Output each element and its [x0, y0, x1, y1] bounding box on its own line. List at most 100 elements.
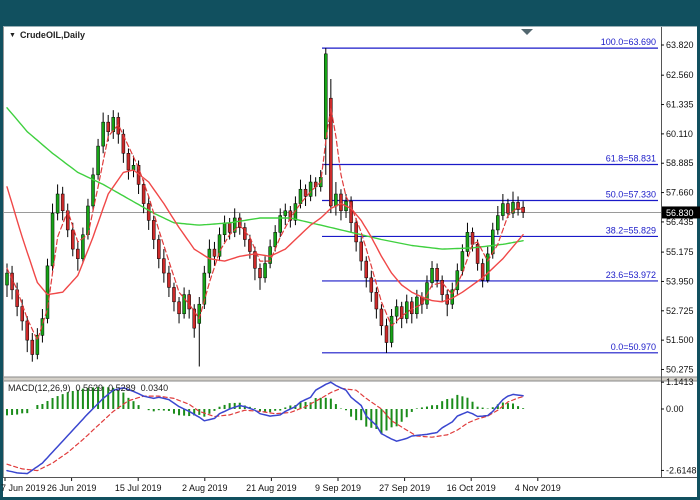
candle-bull	[6, 273, 9, 285]
candle-bear	[76, 249, 79, 259]
candle-bull	[208, 249, 211, 273]
candle-bull	[274, 232, 277, 246]
date-axis-label: 21 Aug 2019	[246, 483, 297, 493]
candle-bear	[152, 220, 155, 239]
candle-bull	[395, 307, 398, 317]
price-axis-label: 62.560	[666, 70, 694, 80]
candle-bear	[26, 321, 29, 340]
symbol-name: CrudeOIL,Daily	[20, 30, 85, 40]
macd-axis-label: 0.00	[666, 404, 684, 414]
price-axis-label: 58.885	[666, 158, 694, 168]
candle-bear	[162, 259, 165, 273]
candle-bear	[506, 204, 509, 214]
candle-bear	[61, 194, 64, 211]
price-axis-label: 63.820	[666, 40, 694, 50]
macd-name: MACD(12,26,9)	[8, 383, 71, 393]
price-axis-label: 50.275	[666, 364, 694, 374]
candle-bear	[436, 268, 439, 280]
date-axis-label: 27 Sep 2019	[379, 483, 430, 493]
candle-bull	[501, 204, 504, 216]
candle-bear	[147, 204, 150, 221]
fib-label: 23.6=53.972	[606, 270, 656, 280]
price-axis-label: 51.500	[666, 335, 694, 345]
fib-label: 38.2=55.829	[606, 225, 656, 235]
candle-bull	[56, 194, 59, 213]
date-axis-label: 16 Oct 2019	[447, 483, 496, 493]
candle-bear	[370, 278, 373, 292]
symbol-label: ▼ CrudeOIL,Daily	[9, 30, 85, 40]
candle-bear	[355, 223, 358, 242]
candle-bull	[461, 252, 464, 271]
candle-bull	[456, 271, 459, 290]
candle-bull	[132, 165, 135, 170]
candle-bear	[243, 228, 246, 240]
candle-bear	[167, 273, 170, 287]
candle-bull	[431, 268, 434, 282]
candle-bear	[31, 340, 34, 354]
candle-bear	[410, 302, 413, 314]
candle-bull	[198, 304, 201, 323]
candle-bull	[415, 297, 418, 314]
macd-value-main: 0.5629	[76, 383, 104, 393]
date-axis-label: 15 Jul 2019	[115, 483, 162, 493]
candle-bear	[360, 242, 363, 261]
macd-value-hist: 0.0340	[141, 383, 169, 393]
price-axis-label: 61.335	[666, 100, 694, 110]
candle-bull	[102, 122, 105, 146]
symbol-dropdown-icon[interactable]: ▼	[9, 32, 16, 39]
candle-bull	[112, 117, 115, 131]
candle-bear	[188, 295, 191, 309]
candle-bull	[309, 182, 312, 196]
fib-label: 61.8=58.831	[606, 154, 656, 164]
candle-bear	[127, 153, 130, 170]
date-axis-label: 2 Aug 2019	[182, 483, 228, 493]
candle-bull	[183, 295, 186, 314]
fib-label: 0.0=50.970	[611, 342, 656, 352]
application-window: Chart Analysis for Clients of GCM Asia 1…	[0, 0, 700, 500]
date-axis-label: 26 Jun 2019	[47, 483, 97, 493]
candle-bear	[339, 194, 342, 211]
candle-bull	[51, 213, 54, 266]
date-axis-label: 9 Sep 2019	[315, 483, 361, 493]
macd-value-signal: 0.5289	[108, 383, 136, 393]
candle-bull	[496, 216, 499, 230]
price-axis-label: 57.660	[666, 188, 694, 198]
price-axis-label: 55.175	[666, 247, 694, 257]
candle-bear	[172, 287, 175, 301]
date-axis-label: 4 Nov 2019	[515, 483, 561, 493]
candle-bull	[97, 146, 100, 175]
price-axis-label: 60.110	[666, 129, 693, 139]
candle-bear	[178, 302, 181, 314]
macd-axis-label: -2.6148	[666, 465, 697, 475]
candle-bull	[334, 194, 337, 206]
candle-bear	[471, 232, 474, 244]
chart-canvas[interactable]: 100.0=63.690 61.8=58.831 50.0=57.330 38.2=5…	[0, 0, 700, 500]
candle-bull	[405, 302, 408, 319]
macd-axis-label: 1.1413	[666, 377, 694, 387]
current-price-text: 56.830	[666, 208, 694, 218]
candle-bear	[365, 261, 368, 278]
candle-bull	[390, 316, 393, 342]
price-axis-label: 53.950	[666, 276, 694, 286]
candle-bull	[324, 54, 327, 139]
candle-bear	[400, 307, 403, 319]
candle-bull	[223, 223, 226, 235]
fib-label: 50.0=57.330	[606, 189, 656, 199]
candle-bull	[299, 189, 302, 203]
date-axis-label: 7 Jun 2019	[1, 483, 46, 493]
candle-bear	[107, 122, 110, 132]
candle-bear	[304, 189, 307, 196]
candle-bear	[71, 230, 74, 249]
candle-bull	[284, 211, 287, 216]
panel-separator[interactable]	[3, 377, 697, 381]
price-axis-label: 52.725	[666, 306, 694, 316]
candle-bear	[259, 268, 262, 278]
candle-bear	[248, 240, 251, 252]
candle-bear	[375, 292, 378, 309]
candle-bear	[228, 223, 231, 233]
macd-indicator-label: MACD(12,26,9) 0.5629 0.5289 0.0340	[8, 383, 168, 393]
candle-bear	[213, 249, 216, 256]
candle-bear	[441, 280, 444, 294]
candle-bear	[385, 326, 388, 343]
fib-label: 100.0=63.690	[601, 37, 656, 47]
